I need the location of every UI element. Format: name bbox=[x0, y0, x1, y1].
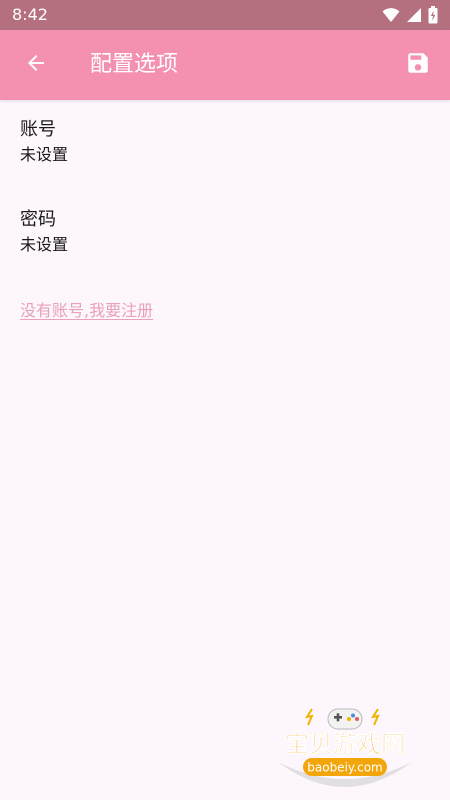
status-bar: 8:42 bbox=[0, 0, 450, 30]
signal-icon bbox=[406, 7, 422, 23]
page-title: 配置选项 bbox=[90, 52, 179, 77]
register-link[interactable]: 没有账号,我要注册 bbox=[20, 300, 153, 322]
status-icons bbox=[382, 6, 438, 24]
pref-summary-account: 未设置 bbox=[20, 145, 69, 164]
watermark-name: 宝贝游戏网 bbox=[285, 730, 405, 758]
wifi-icon bbox=[382, 7, 400, 23]
back-button[interactable] bbox=[12, 41, 60, 89]
pref-item-password[interactable]: 密码 未设置 bbox=[0, 208, 450, 288]
save-icon bbox=[405, 50, 431, 80]
pref-item-account[interactable]: 账号 未设置 bbox=[0, 118, 450, 198]
pref-title-account: 账号 bbox=[20, 119, 56, 140]
arrow-back-icon bbox=[24, 51, 48, 79]
battery-icon bbox=[428, 6, 438, 24]
watermark-domain: baobeiy.com bbox=[307, 761, 382, 775]
pref-title-password: 密码 bbox=[20, 209, 56, 230]
app-bar: 配置选项 bbox=[0, 30, 450, 100]
status-time: 8:42 bbox=[12, 5, 48, 24]
watermark-logo: 宝贝游戏网 baobeiy.com bbox=[270, 700, 420, 796]
save-button[interactable] bbox=[394, 41, 442, 89]
pref-summary-password: 未设置 bbox=[20, 235, 69, 254]
